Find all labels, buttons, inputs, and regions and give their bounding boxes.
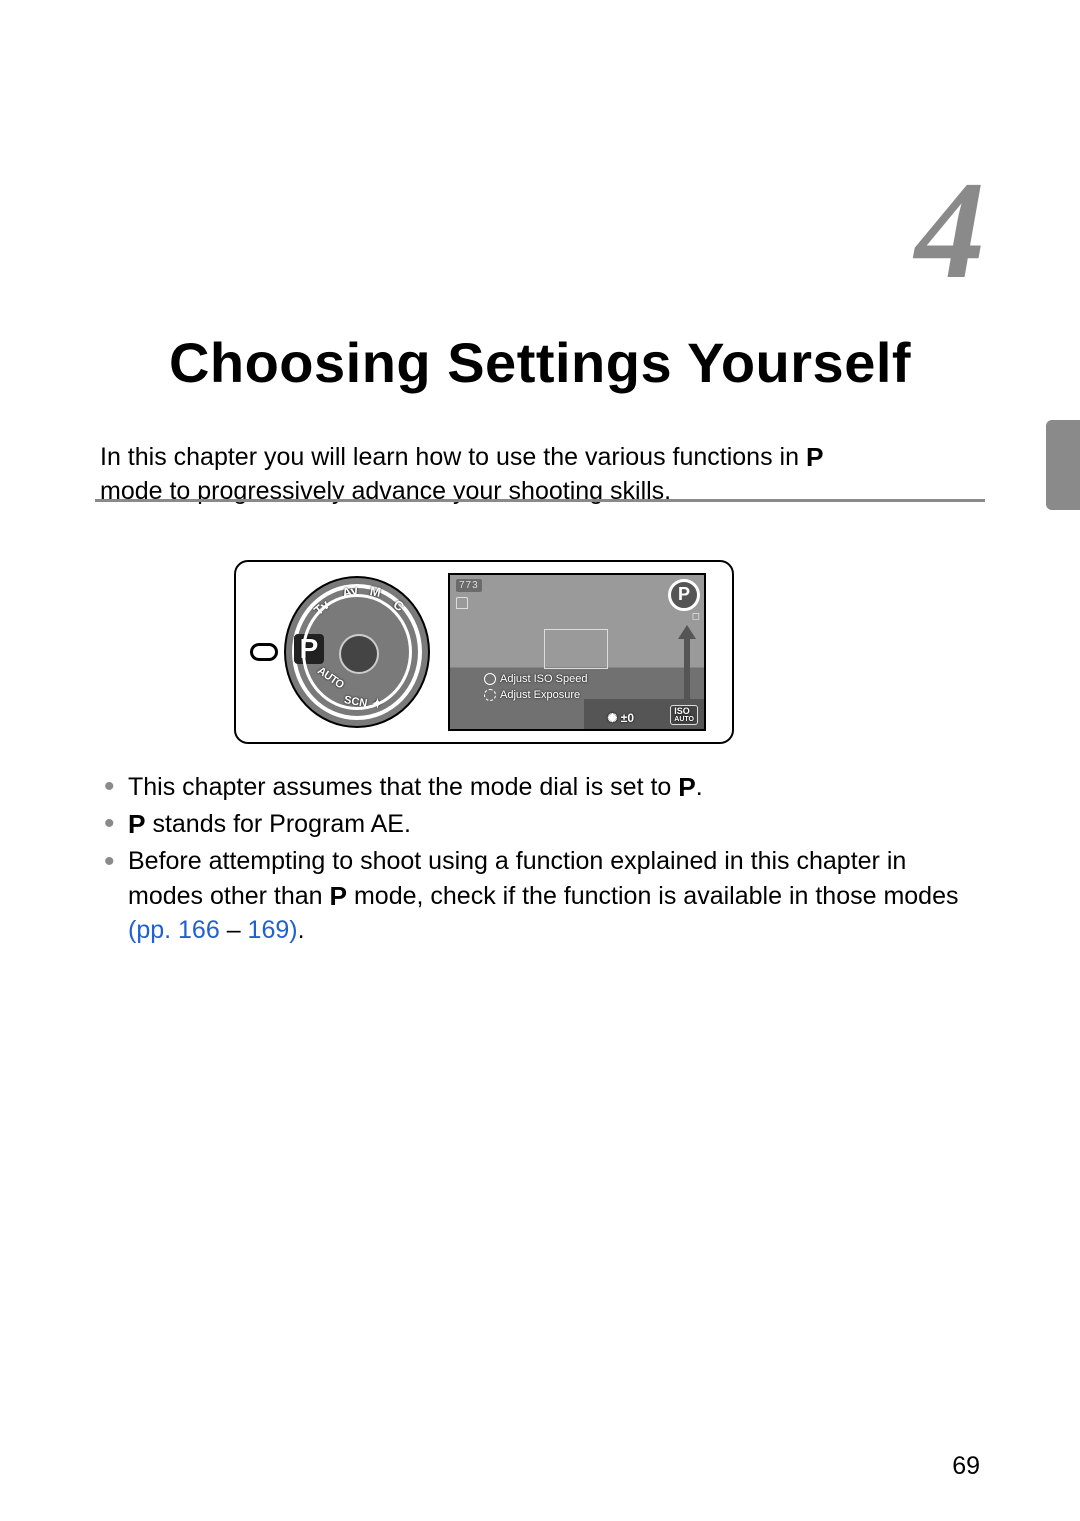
lcd-ev-value: ✺ ±0 bbox=[607, 711, 634, 725]
control-wheel-icon bbox=[484, 689, 496, 701]
note-1-text: This chapter assumes that the mode dial … bbox=[128, 773, 678, 801]
chapter-title: Choosing Settings Yourself bbox=[100, 330, 980, 395]
dial-center bbox=[339, 634, 379, 674]
lock-icon bbox=[456, 597, 468, 609]
p-mode-icon: P bbox=[330, 879, 348, 914]
dial-label-scn: SCN bbox=[343, 694, 368, 710]
dial-label-auto: AUTO bbox=[315, 665, 346, 691]
p-mode-icon: P bbox=[678, 770, 696, 805]
lcd-preview: 773 P ◻ Adjust ISO Speed Adjust Exposure… bbox=[448, 573, 706, 731]
page-thumb-tab bbox=[1046, 420, 1080, 510]
lcd-hint-iso-label: Adjust ISO Speed bbox=[500, 673, 587, 685]
section-divider bbox=[95, 499, 985, 502]
intro-text-1: In this chapter you will learn how to us… bbox=[100, 443, 806, 471]
chapter-notes-list: This chapter assumes that the mode dial … bbox=[100, 770, 980, 950]
dial-label-lowlight-icon: ✦ bbox=[372, 696, 383, 712]
note-3-mid: mode, check if the function is available… bbox=[347, 882, 958, 910]
p-mode-icon: P bbox=[806, 440, 824, 475]
lcd-submode-icon: ◻ bbox=[692, 611, 700, 622]
list-item: P stands for Program AE. bbox=[100, 807, 980, 842]
list-item: This chapter assumes that the mode dial … bbox=[100, 770, 980, 805]
lcd-mode-badge: P bbox=[668, 579, 700, 611]
lcd-iso-badge: ISO AUTO bbox=[670, 705, 698, 725]
chapter-intro: In this chapter you will learn how to us… bbox=[100, 415, 980, 534]
control-ring-icon bbox=[484, 673, 496, 685]
dial-label-av: Av bbox=[340, 582, 359, 601]
illustration-box: P Tv Av M C AUTO SCN ✦ 773 P ◻ Adjust IS… bbox=[234, 560, 734, 744]
list-item: Before attempting to shoot using a funct… bbox=[100, 845, 980, 948]
lcd-focus-frame bbox=[544, 629, 608, 669]
lcd-shots-remaining: 773 bbox=[456, 579, 482, 592]
mode-dial-illustration: P Tv Av M C AUTO SCN ✦ bbox=[250, 572, 430, 732]
lcd-hint-exposure-label: Adjust Exposure bbox=[500, 689, 580, 701]
dial-label-p: P bbox=[294, 634, 324, 664]
chapter-number: 4 bbox=[915, 150, 985, 311]
page-ref-link[interactable]: 169) bbox=[248, 916, 298, 944]
note-3-post: . bbox=[298, 916, 305, 944]
mode-dial: P Tv Av M C AUTO SCN ✦ bbox=[284, 576, 430, 728]
dial-label-tv: Tv bbox=[311, 597, 332, 618]
dial-label-m: M bbox=[369, 583, 382, 600]
dial-label-c: C bbox=[391, 597, 407, 615]
note-1-end: . bbox=[696, 773, 703, 801]
lcd-hint-exposure: Adjust Exposure bbox=[484, 689, 580, 701]
page-ref-dash: – bbox=[220, 916, 248, 944]
p-mode-icon: P bbox=[128, 807, 146, 842]
page-ref-link[interactable]: (pp. 166 bbox=[128, 916, 220, 944]
dial-index-mark-icon bbox=[250, 643, 278, 661]
note-2-text: stands for Program AE. bbox=[146, 810, 411, 838]
intro-text-2: mode to progressively advance your shoot… bbox=[100, 475, 980, 509]
page-number: 69 bbox=[952, 1452, 980, 1481]
lcd-hint-iso: Adjust ISO Speed bbox=[484, 673, 587, 685]
